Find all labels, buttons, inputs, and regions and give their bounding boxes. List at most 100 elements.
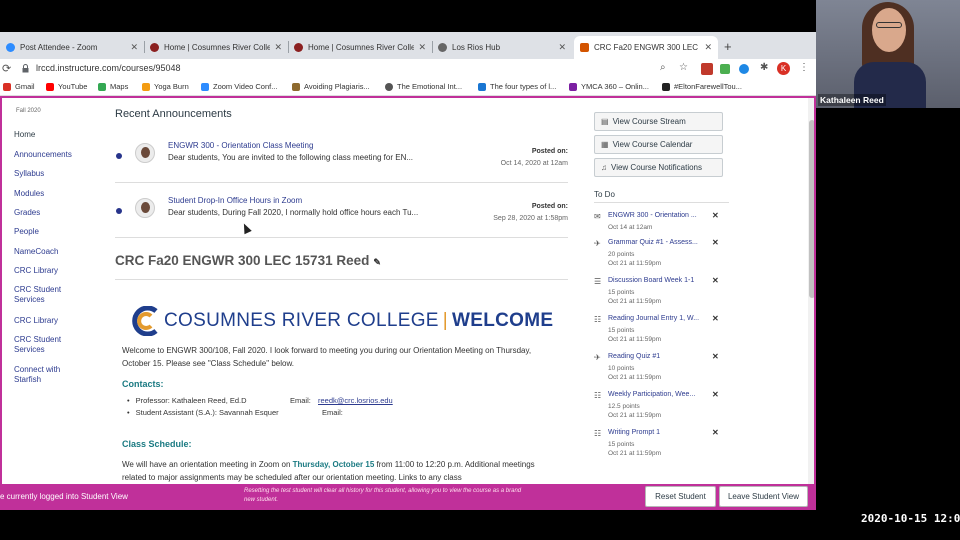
announcement-title[interactable]: Student Drop-In Office Hours in Zoom [168, 196, 302, 205]
logo-welcome: WELCOME [452, 310, 554, 331]
bookmark-four-types[interactable]: The four types of l... [478, 82, 556, 91]
nav-crc-student-services-2[interactable]: CRC Student Services [14, 335, 76, 355]
tab-los-rios-hub[interactable]: Los Rios Hub ✕ [432, 36, 572, 59]
announcement-title[interactable]: ENGWR 300 - Orientation Class Meeting [168, 141, 313, 150]
extension-icon[interactable] [739, 64, 749, 74]
announcement-item[interactable]: Student Drop-In Office Hours in Zoom Dea… [115, 186, 568, 238]
view-course-calendar-button[interactable]: ▦ View Course Calendar [594, 135, 723, 154]
nav-connect-starfish[interactable]: Connect with Starfish [14, 365, 76, 385]
reset-student-button[interactable]: Reset Student [645, 486, 716, 507]
todo-date: Oct 21 at 11:59pm [608, 412, 661, 419]
main-content: Recent Announcements ENGWR 300 - Orienta… [115, 98, 575, 510]
email-label: Email: [322, 408, 343, 417]
nav-namecoach[interactable]: NameCoach [14, 247, 94, 257]
todo-item[interactable]: ✈ Grammar Quiz #1 - Assess... 20 points … [594, 238, 729, 276]
extension-icon[interactable] [720, 64, 730, 74]
tab-zoom-attendee[interactable]: Post Attendee - Zoom ✕ [0, 36, 144, 59]
todo-item[interactable]: ☷ Weekly Participation, Wee... 12.5 poin… [594, 390, 729, 428]
logo-text: COSUMNES RIVER COLLEGE | WELCOME [164, 310, 554, 331]
todo-title[interactable]: Discussion Board Week 1-1 [608, 277, 694, 284]
dismiss-icon[interactable]: ✕ [712, 276, 719, 285]
leave-student-view-button[interactable]: Leave Student View [719, 486, 808, 507]
bookmark-gmail[interactable]: Gmail [3, 82, 35, 91]
extension-icon[interactable] [701, 63, 713, 75]
new-tab-icon[interactable]: + [724, 39, 732, 54]
bookmark-emotional[interactable]: The Emotional Int... [385, 82, 462, 91]
view-course-notifications-button[interactable]: ♫ View Course Notifications [594, 158, 723, 177]
puzzle-icon[interactable]: ✱ [760, 62, 768, 73]
star-icon[interactable]: ☆ [679, 62, 688, 73]
nav-people[interactable]: People [14, 227, 94, 237]
todo-item[interactable]: ☷ Writing Prompt 1 15 points Oct 21 at 1… [594, 428, 729, 466]
divider [594, 202, 729, 203]
nav-crc-library[interactable]: CRC Library [14, 266, 94, 276]
dismiss-icon[interactable]: ✕ [712, 428, 719, 437]
close-icon[interactable]: ✕ [418, 42, 426, 53]
canvas-icon [150, 43, 159, 52]
url-input[interactable]: lrccd.instructure.com/courses/95048 [36, 63, 181, 73]
dismiss-icon[interactable]: ✕ [712, 314, 719, 323]
todo-title[interactable]: Reading Quiz #1 [608, 353, 660, 360]
course-nav: Fall 2020 Home Announcements Syllabus Mo… [2, 98, 97, 510]
nav-syllabus[interactable]: Syllabus [14, 169, 94, 179]
announcement-item[interactable]: ENGWR 300 - Orientation Class Meeting De… [115, 131, 568, 183]
tab-label: Home | Cosumnes River Colle [308, 43, 415, 52]
todo-title[interactable]: Grammar Quiz #1 - Assess... [608, 239, 698, 246]
view-course-stream-button[interactable]: ▤ View Course Stream [594, 112, 723, 131]
bookmark-zoom[interactable]: Zoom Video Conf... [201, 82, 277, 91]
participant-video: Kathaleen Reed [816, 0, 960, 108]
todo-title[interactable]: ENGWR 300 - Orientation ... [608, 212, 697, 219]
right-sidebar: ▤ View Course Stream ▦ View Course Calenda… [592, 98, 814, 510]
professor-email-link[interactable]: reedk@crc.losrios.edu [318, 396, 393, 405]
search-icon[interactable]: ⌕ [660, 62, 666, 73]
nav-home[interactable]: Home [14, 130, 94, 140]
dismiss-icon[interactable]: ✕ [712, 390, 719, 399]
tab-label: CRC Fa20 ENGWR 300 LEC 1 [594, 43, 701, 52]
tab-course-active[interactable]: CRC Fa20 ENGWR 300 LEC 1 ✕ [574, 36, 718, 59]
todo-title[interactable]: Writing Prompt 1 [608, 429, 660, 436]
close-icon[interactable]: ✕ [704, 42, 712, 53]
posted-label: Posted on: [531, 148, 568, 155]
todo-item[interactable]: ☷ Reading Journal Entry 1, W... 15 point… [594, 314, 729, 352]
scrollbar[interactable] [808, 98, 814, 510]
bell-icon: ♫ [601, 163, 607, 172]
todo-title[interactable]: Weekly Participation, Wee... [608, 391, 695, 398]
close-icon[interactable]: ✕ [558, 42, 566, 53]
email-label: Email: [290, 396, 311, 405]
kebab-menu-icon[interactable]: ⋮ [799, 62, 809, 73]
nav-crc-student-services[interactable]: CRC Student Services [14, 285, 76, 305]
gmail-icon [3, 82, 11, 91]
bookmark-elton[interactable]: #EltonFarewellTou... [662, 82, 742, 91]
dismiss-icon[interactable]: ✕ [712, 211, 719, 220]
bookmark-youtube[interactable]: YouTube [46, 82, 87, 91]
dismiss-icon[interactable]: ✕ [712, 238, 719, 247]
bookmark-maps[interactable]: Maps [98, 82, 128, 91]
nav-announcements[interactable]: Announcements [14, 150, 94, 160]
bookmark-plagiarism[interactable]: Avoiding Plagiaris... [292, 82, 370, 91]
avatar [135, 198, 155, 218]
announcement-excerpt: Dear students, You are invited to the fo… [168, 153, 414, 162]
contact-professor-text: Professor: Kathaleen Reed, Ed.D [135, 396, 247, 405]
nav-crc-library-2[interactable]: CRC Library [14, 316, 94, 326]
divider [115, 279, 568, 280]
tab-crc-home-1[interactable]: Home | Cosumnes River Colle ✕ [144, 36, 288, 59]
scrollbar-thumb[interactable] [809, 120, 814, 298]
reload-icon[interactable]: ⟳ [2, 62, 11, 75]
dismiss-icon[interactable]: ✕ [712, 352, 719, 361]
bookmark-ymca[interactable]: YMCA 360 – Onlin... [569, 82, 649, 91]
todo-item[interactable]: ✈ Reading Quiz #1 10 points Oct 21 at 11… [594, 352, 729, 390]
assignment-icon: ☷ [594, 315, 602, 324]
bookmark-yoga-burn[interactable]: Yoga Burn [142, 82, 189, 91]
edit-icon[interactable]: ✎ [373, 257, 381, 267]
todo-title[interactable]: Reading Journal Entry 1, W... [608, 315, 699, 322]
tab-crc-home-2[interactable]: Home | Cosumnes River Colle ✕ [288, 36, 432, 59]
close-icon[interactable]: ✕ [130, 42, 138, 53]
nav-modules[interactable]: Modules [14, 189, 94, 199]
bookmark-icon [662, 82, 670, 91]
profile-avatar[interactable]: K [777, 62, 790, 75]
todo-item[interactable]: ☰ Discussion Board Week 1-1 15 points Oc… [594, 276, 729, 314]
calendar-icon: ▦ [601, 140, 609, 149]
nav-grades[interactable]: Grades [14, 208, 94, 218]
close-icon[interactable]: ✕ [274, 42, 282, 53]
recent-announcements-heading: Recent Announcements [115, 108, 232, 120]
